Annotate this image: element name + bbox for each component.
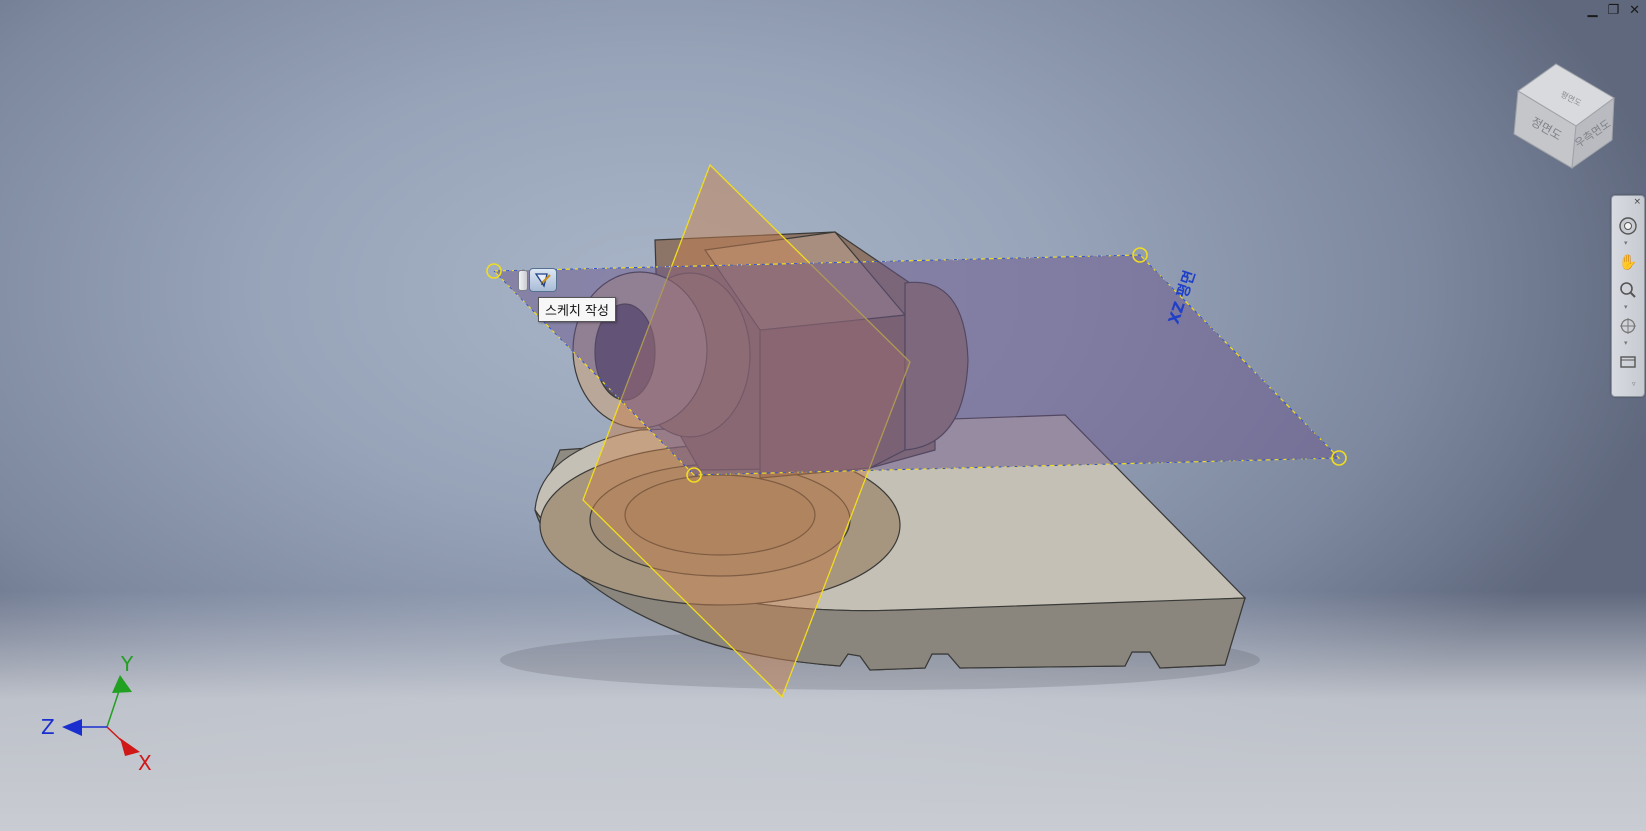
minimize-button[interactable]: ▁ xyxy=(1587,4,1597,18)
close-button[interactable]: ✕ xyxy=(1629,4,1640,18)
look-at-icon[interactable] xyxy=(1616,350,1640,374)
create-sketch-button[interactable] xyxy=(529,268,557,292)
chevron-down-icon[interactable]: ▾ xyxy=(1624,239,1628,247)
chevron-down-icon[interactable]: ▾ xyxy=(1624,339,1628,347)
mini-toolbar-grip[interactable] xyxy=(518,270,528,291)
steering-wheel-icon[interactable] xyxy=(1616,214,1640,238)
axis-triad xyxy=(62,675,140,756)
axis-y-label: Y xyxy=(121,652,134,676)
zoom-icon[interactable] xyxy=(1616,278,1640,302)
tooltip: 스케치 작성 xyxy=(538,297,616,322)
navigation-bar: × ▾ ✋ ▾ ▾ ▿ xyxy=(1611,195,1645,397)
window-controls: ▁ ❐ ✕ xyxy=(1587,4,1640,18)
axis-x-label: X xyxy=(138,751,152,775)
create-sketch-icon xyxy=(534,273,551,288)
close-icon[interactable]: × xyxy=(1633,197,1641,207)
customize-menu-icon[interactable]: ▿ xyxy=(1632,380,1636,388)
pan-icon[interactable]: ✋ xyxy=(1616,250,1640,274)
viewcube[interactable]: 평면도 정면도 우측면도 xyxy=(1498,56,1630,176)
orbit-icon[interactable] xyxy=(1616,314,1640,338)
restore-button[interactable]: ❐ xyxy=(1607,4,1619,18)
axis-z-label: Z xyxy=(41,715,55,739)
viewport-3d[interactable]: XZ 평면 xyxy=(0,0,1646,831)
chevron-down-icon[interactable]: ▾ xyxy=(1624,303,1628,311)
